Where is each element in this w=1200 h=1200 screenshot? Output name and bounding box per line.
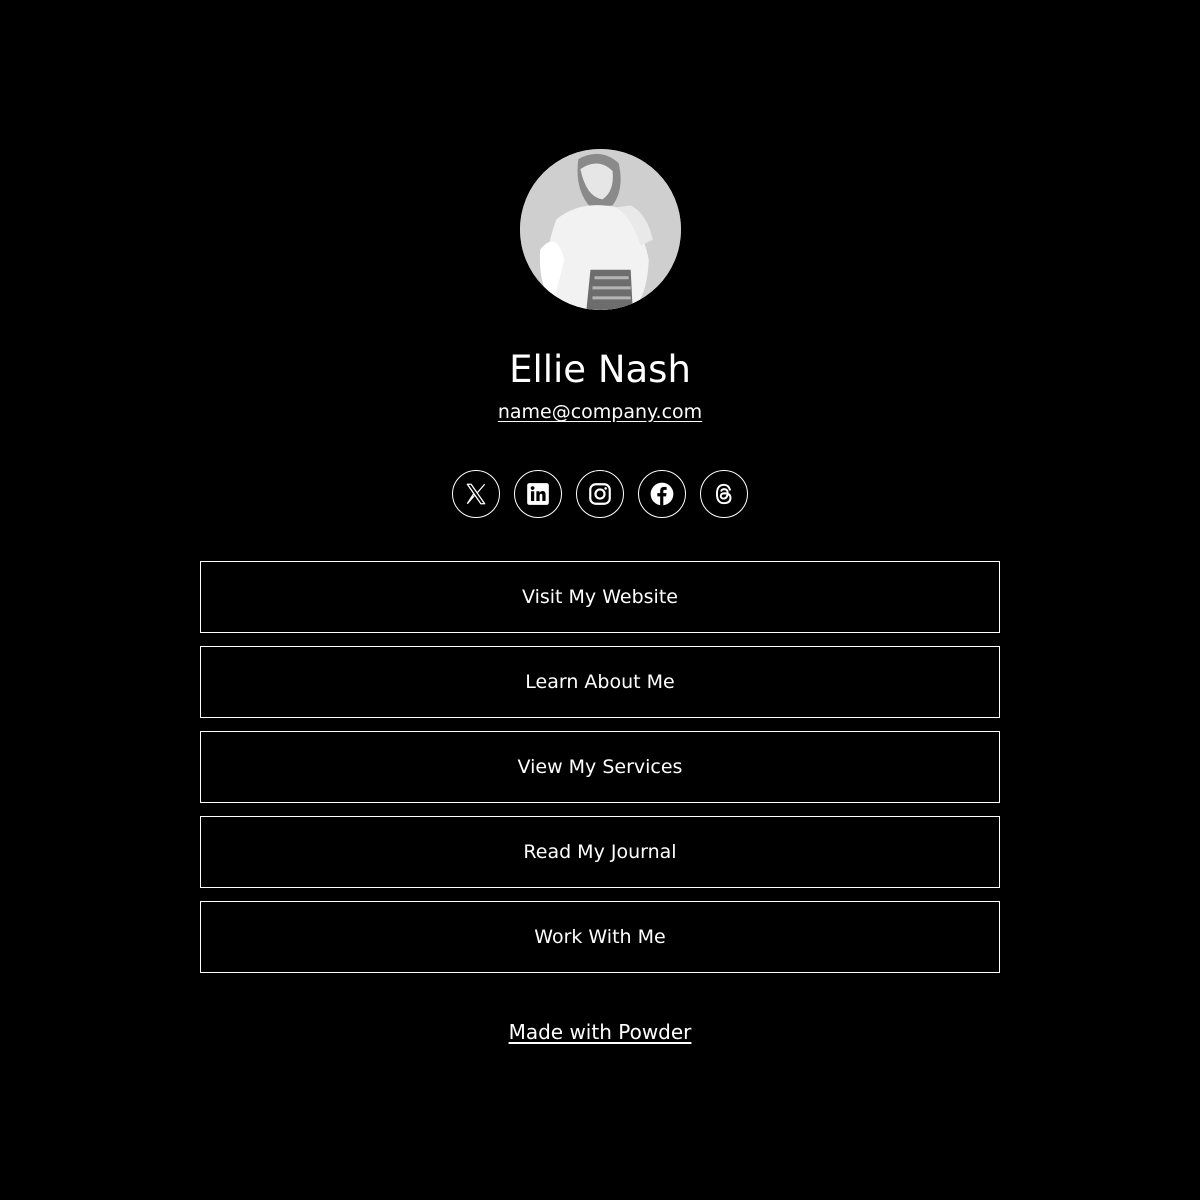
social-threads-button[interactable]: [700, 470, 748, 518]
profile-email[interactable]: name@company.com: [0, 401, 1200, 423]
avatar: [520, 149, 681, 310]
learn-about-me-button[interactable]: Learn About Me: [200, 646, 1000, 718]
footer: Made with Powder: [0, 1020, 1200, 1044]
x-icon: [466, 483, 486, 505]
social-instagram-button[interactable]: [576, 470, 624, 518]
avatar-photo: [520, 149, 681, 310]
threads-icon: [715, 483, 732, 505]
link-list: Visit My Website Learn About Me View My …: [200, 561, 1000, 986]
social-links: [0, 470, 1200, 518]
facebook-icon: [650, 482, 674, 506]
visit-website-button[interactable]: Visit My Website: [200, 561, 1000, 633]
social-linkedin-button[interactable]: [514, 470, 562, 518]
made-with-powder-link[interactable]: Made with Powder: [509, 1020, 692, 1044]
profile-name: Ellie Nash: [509, 348, 691, 391]
linkedin-icon: [527, 483, 549, 505]
view-services-button[interactable]: View My Services: [200, 731, 1000, 803]
read-journal-button[interactable]: Read My Journal: [200, 816, 1000, 888]
instagram-icon: [589, 483, 611, 505]
social-facebook-button[interactable]: [638, 470, 686, 518]
email-link[interactable]: name@company.com: [498, 401, 702, 423]
social-x-button[interactable]: [452, 470, 500, 518]
work-with-me-button[interactable]: Work With Me: [200, 901, 1000, 973]
